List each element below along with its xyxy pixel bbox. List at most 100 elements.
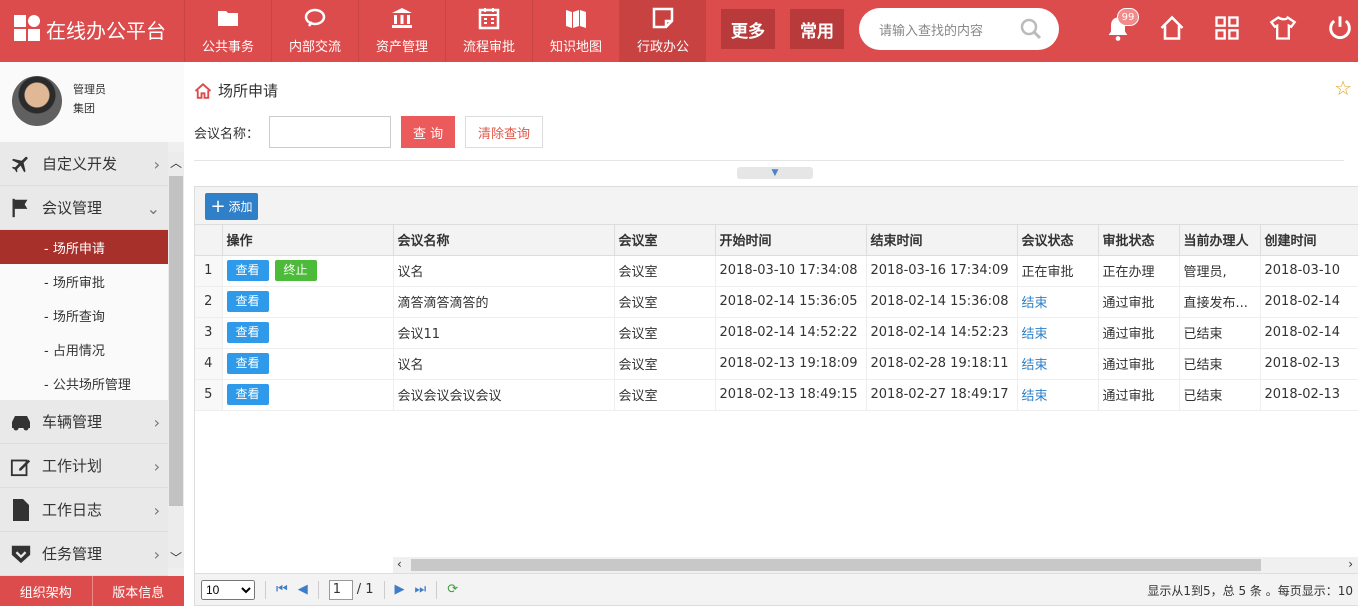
menu-task-mgmt[interactable]: 任务管理 › <box>0 532 168 576</box>
menu-venue-query[interactable]: - 场所查询 <box>0 298 168 332</box>
triangle-down-icon: ▼ <box>771 168 779 178</box>
cell-status[interactable]: 结束 <box>1017 286 1099 318</box>
avatar[interactable] <box>12 76 62 126</box>
plus-icon: + <box>210 195 226 217</box>
app-logo[interactable]: 在线办公平台 <box>14 14 166 44</box>
scroll-left-icon[interactable]: ‹ <box>397 557 402 571</box>
search-box[interactable]: 请输入查找的内容 <box>859 8 1059 50</box>
menu-venue-apply[interactable]: - 场所申请 <box>0 230 168 264</box>
cell-handler: 已结束 <box>1179 379 1261 411</box>
scroll-thumb[interactable] <box>169 176 183 506</box>
last-page-icon[interactable]: ⏭ <box>415 582 427 597</box>
menu-vehicle[interactable]: 车辆管理 › <box>0 400 168 444</box>
nav-internal-chat[interactable]: 内部交流 <box>271 0 358 62</box>
search-icon[interactable] <box>1019 17 1043 41</box>
cell-status[interactable]: 结束 <box>1017 379 1099 411</box>
add-button[interactable]: + 添加 <box>205 193 258 220</box>
search-input[interactable]: 请输入查找的内容 <box>879 20 983 39</box>
table-row[interactable]: 1 查看 终止 议名 会议室 2018-03-10 17:34:08 2018-0… <box>195 255 1358 287</box>
more-button[interactable]: 更多 <box>721 9 775 49</box>
scroll-thumb[interactable] <box>411 559 1261 571</box>
menu-public-venue[interactable]: - 公共场所管理 <box>0 366 168 400</box>
cell-start: 2018-02-13 18:49:15 <box>715 379 867 411</box>
version-info-button[interactable]: 版本信息 <box>93 576 185 606</box>
nav-public-affairs[interactable]: 公共事务 <box>184 0 271 62</box>
menu-custom-dev[interactable]: 自定义开发 › <box>0 142 168 186</box>
view-button[interactable]: 查看 <box>226 291 269 312</box>
clear-query-button[interactable]: 清除查询 <box>465 116 544 148</box>
collapse-toggle[interactable]: ▼ <box>737 167 813 179</box>
view-button[interactable]: 查看 <box>226 353 269 374</box>
query-button[interactable]: 查 询 <box>401 116 456 148</box>
tshirt-icon[interactable] <box>1269 14 1297 42</box>
view-button[interactable]: 查看 <box>226 384 269 405</box>
view-button[interactable]: 查看 <box>226 322 269 343</box>
col-end-time[interactable]: 结束时间 <box>866 225 1018 256</box>
table-row[interactable]: 4 查看 议名 会议室 2018-02-13 19:18:09 2018-02-… <box>195 348 1358 380</box>
cell-room: 会议室 <box>614 255 716 287</box>
table-row[interactable]: 3 查看 会议11 会议室 2018-02-14 14:52:22 2018-0… <box>195 317 1358 349</box>
page-title: 场所申请 <box>218 82 279 100</box>
cell-handler: 管理员, <box>1179 255 1261 287</box>
stop-button[interactable]: 终止 <box>274 260 317 281</box>
divider <box>194 160 1344 161</box>
col-meeting-name[interactable]: 会议名称 <box>393 225 615 256</box>
scroll-down-icon[interactable]: ﹀ <box>170 549 182 566</box>
view-button[interactable]: 查看 <box>226 260 269 281</box>
page-size-select[interactable]: 10 <box>201 579 255 600</box>
nav-admin-office[interactable]: 行政办公 <box>619 0 706 62</box>
menu-work-plan[interactable]: 工作计划 › <box>0 444 168 488</box>
prev-page-icon[interactable]: ◀ <box>298 582 308 597</box>
row-actions: 查看 <box>222 286 394 318</box>
sidebar-scrollbar[interactable]: ︿ ﹀ <box>168 152 184 568</box>
grid-icon[interactable] <box>1213 14 1241 42</box>
pagination-bar: 10 ⏮ ◀ 1 / 1 ▶ ⏭ ⟳ 显示从1到5，总 5 条 。每页显示：10 <box>195 573 1358 605</box>
scroll-right-icon[interactable]: › <box>1348 557 1353 571</box>
nav-workflow-approval[interactable]: 流程审批 <box>445 0 532 62</box>
menu-label: 工作日志 <box>42 501 103 519</box>
add-label: 添加 <box>228 200 253 214</box>
menu-venue-approval[interactable]: - 场所审批 <box>0 264 168 298</box>
table-row[interactable]: 2 查看 滴答滴答滴答的 会议室 2018-02-14 15:36:05 201… <box>195 286 1358 318</box>
first-page-icon[interactable]: ⏮ <box>276 582 288 597</box>
col-approval-status[interactable]: 审批状态 <box>1098 225 1180 256</box>
cell-handler: 直接发布... <box>1179 286 1261 318</box>
refresh-icon[interactable]: ⟳ <box>447 582 458 597</box>
col-start-time[interactable]: 开始时间 <box>715 225 867 256</box>
col-actions[interactable]: 操作 <box>222 225 394 256</box>
meeting-name-input[interactable] <box>269 116 392 148</box>
power-icon[interactable] <box>1326 14 1354 42</box>
next-page-icon[interactable]: ▶ <box>395 582 405 597</box>
page-number-input[interactable]: 1 <box>328 579 353 600</box>
notification-badge: 99 <box>1117 8 1139 26</box>
menu-occupancy[interactable]: - 占用情况 <box>0 332 168 366</box>
col-created[interactable]: 创建时间 <box>1260 225 1358 256</box>
home-icon[interactable] <box>194 82 212 100</box>
menu-work-log[interactable]: 工作日志 › <box>0 488 168 532</box>
cell-status[interactable]: 结束 <box>1017 348 1099 380</box>
menu-label: 会议管理 <box>42 199 103 217</box>
row-number: 1 <box>195 255 223 287</box>
scroll-up-icon[interactable]: ︿ <box>170 154 182 171</box>
cell-room: 会议室 <box>614 379 716 411</box>
home-icon[interactable] <box>1158 14 1186 42</box>
col-room[interactable]: 会议室 <box>614 225 716 256</box>
cell-status: 正在审批 <box>1017 255 1099 287</box>
menu-meeting-mgmt[interactable]: 会议管理 ⌄ <box>0 186 168 230</box>
nav-knowledge-map[interactable]: 知识地图 <box>532 0 619 62</box>
col-meeting-status[interactable]: 会议状态 <box>1017 225 1099 256</box>
cell-room: 会议室 <box>614 317 716 349</box>
chevron-right-icon: › <box>153 413 160 432</box>
map-icon <box>566 10 586 28</box>
cell-created: 2018-03-10 <box>1260 255 1358 287</box>
table-row[interactable]: 5 查看 会议会议会议会议 会议室 2018-02-13 18:49:15 20… <box>195 379 1358 411</box>
nav-asset-mgmt[interactable]: 资产管理 <box>358 0 445 62</box>
col-handler[interactable]: 当前办理人 <box>1179 225 1261 256</box>
cell-status[interactable]: 结束 <box>1017 317 1099 349</box>
cell-created: 2018-02-13 <box>1260 348 1358 380</box>
common-button[interactable]: 常用 <box>790 9 844 49</box>
org-structure-button[interactable]: 组织架构 <box>0 576 93 606</box>
horizontal-scrollbar[interactable]: ‹ › <box>393 557 1358 573</box>
nav-label: 内部交流 <box>288 40 341 55</box>
favorite-star-icon[interactable]: ☆ <box>1334 76 1352 100</box>
